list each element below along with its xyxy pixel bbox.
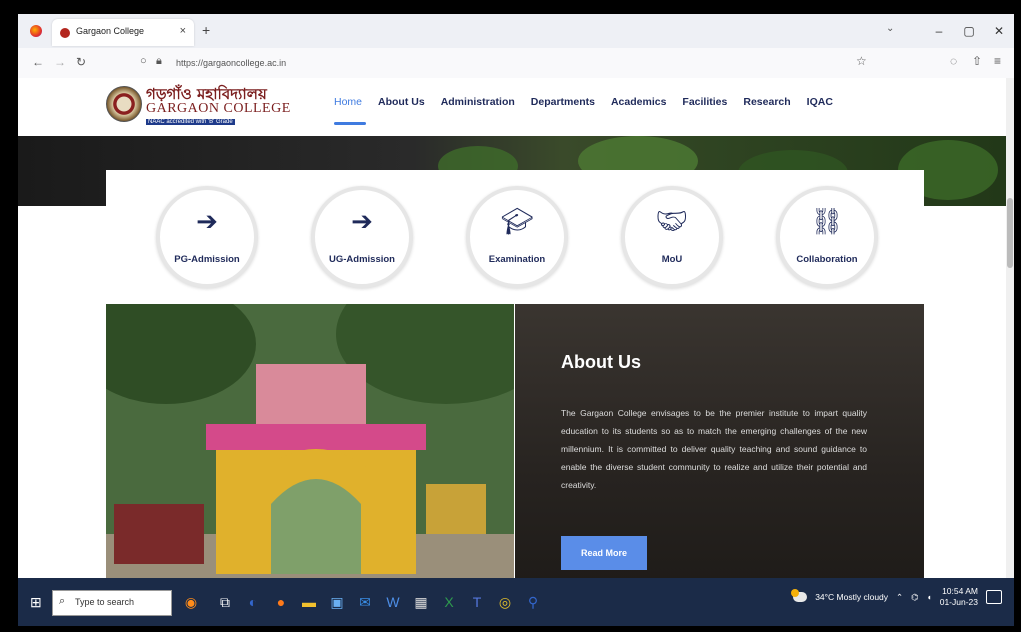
tab-close-icon[interactable]: ×: [180, 25, 186, 37]
page-scrollbar[interactable]: [1006, 78, 1014, 578]
clock[interactable]: 10:54 AM 01-Jun-23: [940, 586, 978, 608]
firefox-icon[interactable]: ●: [270, 591, 292, 613]
collaboration-card[interactable]: ⛓︎ Collaboration: [776, 186, 878, 288]
menu-icon[interactable]: ≡: [994, 54, 1001, 68]
about-title: About Us: [561, 352, 641, 372]
pocket-icon[interactable]: ◌: [950, 54, 957, 68]
pg-admission-card[interactable]: ➔ PG-Admission: [156, 186, 258, 288]
file-explorer-icon[interactable]: ▬: [298, 591, 320, 613]
tab-title: Gargaon College: [76, 26, 145, 36]
pg-admission-label: PG-Admission: [174, 254, 240, 265]
main-menu: Home About Us Administration Departments…: [334, 96, 833, 108]
tray-overflow-icon[interactable]: ⌃: [896, 592, 903, 603]
graduation-cap-icon: 🎓︎: [500, 206, 534, 236]
tracking-protection-icon[interactable]: ○: [140, 55, 147, 67]
network-icon[interactable]: ⌬: [911, 592, 918, 603]
new-tab-button[interactable]: +: [202, 22, 210, 38]
task-view-icon[interactable]: ⧉: [214, 591, 236, 613]
search-placeholder: Type to search: [75, 597, 135, 607]
system-tray: 34°C Mostly cloudy ⌃ ⌬ ◖ 10:54 AM 01-Jun…: [791, 586, 1002, 608]
browser-tab[interactable]: Gargaon College ×: [52, 19, 194, 46]
menu-administration[interactable]: Administration: [441, 96, 515, 108]
ug-admission-card[interactable]: ➔ UG-Admission: [311, 186, 413, 288]
favicon-icon: [60, 28, 70, 38]
logo-english-text[interactable]: GARGAON COLLEGE: [146, 101, 291, 117]
extensions-icon[interactable]: ⇧: [972, 54, 982, 68]
widgets-icon[interactable]: ◉: [180, 591, 202, 613]
chrome-icon[interactable]: ◎: [494, 591, 516, 613]
quick-links-panel: ➔ PG-Admission ➔ UG-Admission 🎓︎ Examina…: [106, 170, 924, 304]
about-section: About Us The Gargaon College envisages t…: [515, 304, 924, 578]
tab-bar: Gargaon College × + ⌄ – ▢ ✕: [18, 14, 1014, 48]
volume-icon[interactable]: ◖: [927, 592, 932, 602]
handshake-icon: 🤝︎: [655, 206, 689, 236]
minimize-button[interactable]: –: [924, 24, 954, 38]
word-icon[interactable]: W: [382, 591, 404, 613]
excel-icon[interactable]: X: [438, 591, 460, 613]
search-icon: ⌕: [59, 595, 66, 607]
examination-card[interactable]: 🎓︎ Examination: [466, 186, 568, 288]
menu-research[interactable]: Research: [743, 96, 790, 108]
browser-window: Gargaon College × + ⌄ – ▢ ✕ ← → ↻ ○ 🔒︎ h…: [18, 14, 1014, 626]
navigation-toolbar: ← → ↻ ○ 🔒︎ https://gargaoncollege.ac.in …: [18, 48, 1014, 79]
ug-admission-label: UG-Admission: [329, 254, 395, 265]
menu-academics[interactable]: Academics: [611, 96, 666, 108]
collaboration-label: Collaboration: [796, 254, 858, 265]
sign-in-icon: ➔: [196, 206, 218, 236]
notification-icon[interactable]: [986, 590, 1002, 604]
firefox-view-icon[interactable]: [30, 25, 42, 37]
active-menu-indicator: [334, 122, 366, 125]
maximize-button[interactable]: ▢: [954, 24, 984, 38]
menu-departments[interactable]: Departments: [531, 96, 595, 108]
lock-icon[interactable]: 🔒︎: [156, 55, 162, 68]
store-icon[interactable]: ▣: [326, 591, 348, 613]
edge-icon[interactable]: ◐: [242, 591, 264, 613]
college-seal-icon[interactable]: [106, 86, 142, 122]
weather-text[interactable]: 34°C Mostly cloudy: [815, 592, 888, 602]
taskbar-search[interactable]: ⌕ Type to search: [52, 590, 172, 616]
web-page: গড়গাঁও মহাবিদ্যালয় GARGAON COLLEGE NAA…: [18, 78, 1014, 578]
app-icon[interactable]: ⚲: [522, 591, 544, 613]
forward-icon[interactable]: →: [54, 55, 66, 69]
sign-in-icon: ➔: [351, 206, 373, 236]
back-icon[interactable]: ←: [32, 55, 44, 69]
reload-icon[interactable]: ↻: [76, 55, 86, 69]
examination-label: Examination: [488, 254, 546, 265]
scrollbar-thumb[interactable]: [1007, 198, 1013, 268]
address-bar[interactable]: https://gargaoncollege.ac.in: [176, 58, 286, 68]
college-gate-photo: [106, 304, 514, 578]
mail-icon[interactable]: ✉: [354, 591, 376, 613]
clock-date: 01-Jun-23: [939, 597, 978, 607]
bookmark-star-icon[interactable]: ☆: [856, 54, 867, 68]
calculator-icon[interactable]: ▦: [410, 591, 432, 613]
mou-card[interactable]: 🤝︎ MoU: [621, 186, 723, 288]
menu-home[interactable]: Home: [334, 96, 362, 108]
clock-time: 10:54 AM: [942, 586, 978, 596]
about-description: The Gargaon College envisages to be the …: [561, 408, 867, 490]
link-icon: ⛓︎: [810, 206, 844, 236]
menu-facilities[interactable]: Facilities: [682, 96, 727, 108]
read-more-button[interactable]: Read More: [561, 536, 647, 570]
site-header: গড়গাঁও মহাবিদ্যালয় GARGAON COLLEGE NAA…: [18, 78, 1006, 136]
windows-taskbar: ⊞ ⌕ Type to search ◉ ⧉ ◐ ● ▬ ▣ ✉ W ▦ X T…: [18, 578, 1014, 626]
close-window-button[interactable]: ✕: [984, 24, 1014, 38]
menu-about-us[interactable]: About Us: [378, 96, 425, 108]
teams-icon[interactable]: T: [466, 591, 488, 613]
menu-iqac[interactable]: IQAC: [807, 96, 833, 108]
tab-list-icon[interactable]: ⌄: [886, 23, 894, 34]
mou-label: MoU: [661, 254, 683, 265]
windows-start-icon[interactable]: ⊞: [30, 594, 42, 611]
accreditation-label: NAAC accredited with 'B' Grade: [146, 119, 235, 125]
weather-icon[interactable]: [791, 589, 808, 602]
